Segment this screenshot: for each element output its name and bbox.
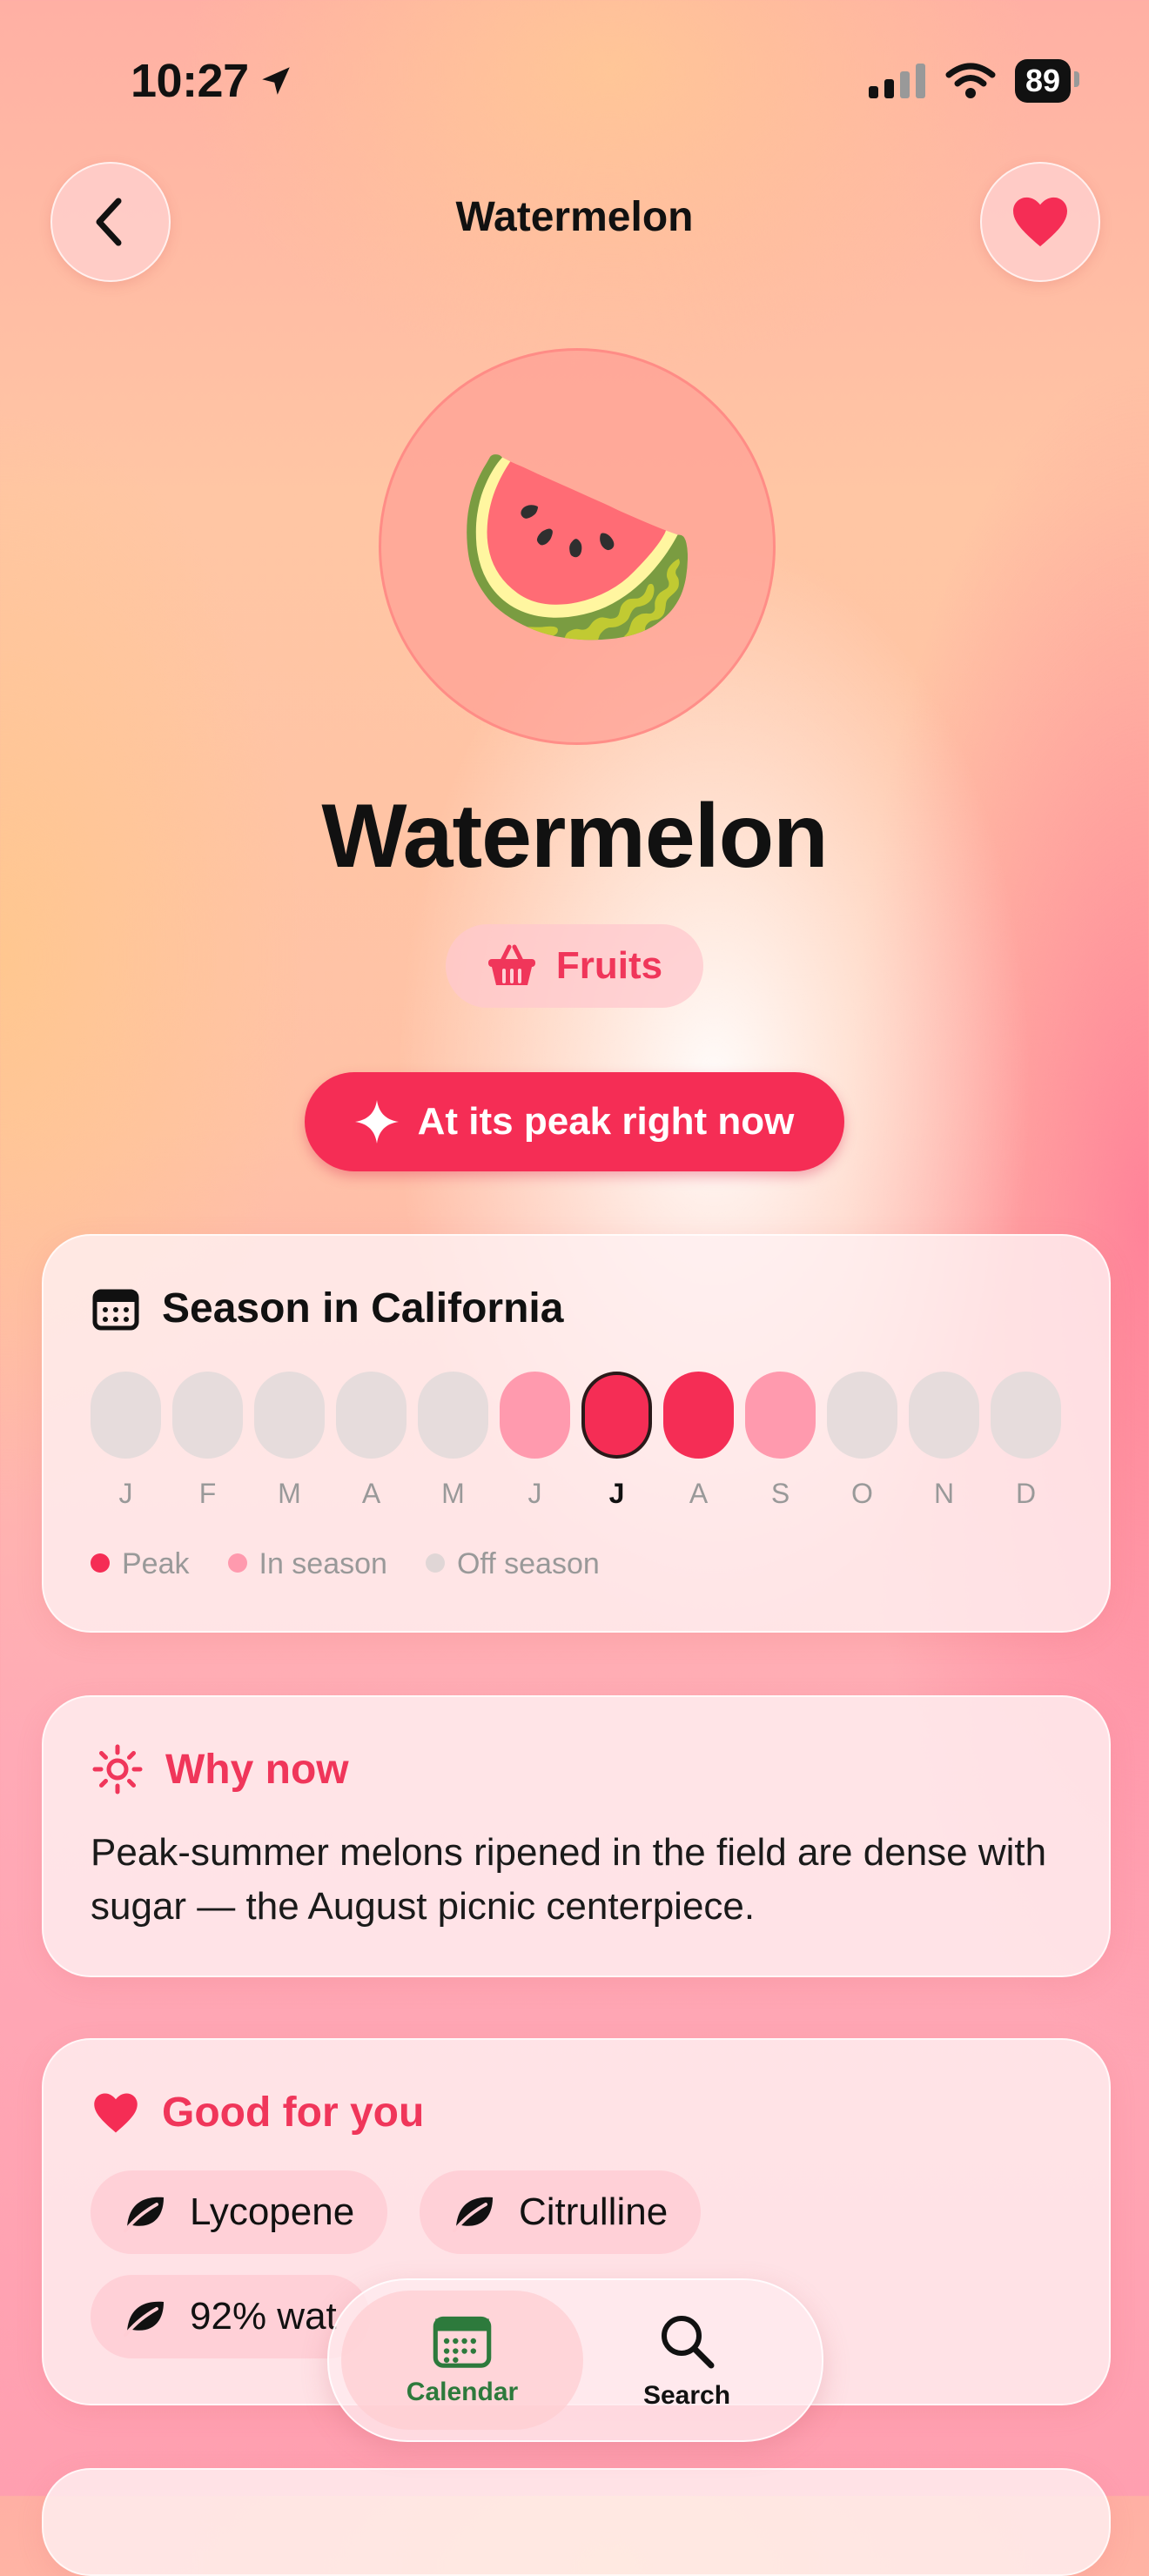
tab-bar: Calendar Search [327, 2278, 823, 2442]
month-letter: J [527, 1478, 542, 1509]
tab-search-label: Search [642, 2381, 731, 2410]
why-now-card: Why now Peak-summer melons ripened in th… [42, 1695, 1111, 1977]
why-now-title: Why now [165, 1746, 349, 1793]
month-letter: M [441, 1478, 465, 1509]
tab-calendar[interactable]: Calendar [341, 2291, 583, 2430]
hero-image: 🍉 [379, 348, 776, 745]
legend-off-season: Off season [425, 1547, 600, 1581]
sun-icon [92, 1744, 143, 1794]
month-letter: S [770, 1478, 790, 1509]
season-legend: Peak In season Off season [91, 1547, 600, 1581]
month-bar [91, 1372, 161, 1459]
sparkle-icon [354, 1100, 399, 1144]
chip-label: 92% wat [190, 2295, 337, 2338]
chip-label: Lycopene [190, 2190, 355, 2233]
calendar-icon [92, 1289, 139, 1330]
season-card: Season in California J F M A M J J A S O N D Peak I… [42, 1234, 1111, 1633]
month-letter: J [608, 1478, 625, 1509]
nutrient-chip: Citrulline [420, 2170, 702, 2254]
month-letter: M [278, 1478, 301, 1509]
why-now-text: Peak-summer melons ripened in the field … [91, 1831, 1047, 1928]
peak-badge: At its peak right now [305, 1072, 844, 1171]
month-bars [91, 1372, 1061, 1459]
produce-title: Watermelon [321, 786, 828, 887]
legend-in-season: In season [227, 1547, 387, 1581]
month-letter: F [198, 1478, 217, 1509]
month-letter: J [118, 1478, 133, 1509]
calendar-icon [433, 2316, 492, 2368]
cellular-signal-icon [868, 64, 925, 98]
status-icons: 89 [868, 59, 1080, 103]
month-bar [172, 1372, 243, 1459]
good-for-you-title: Good for you [162, 2090, 425, 2136]
month-letters: JFMAMJJASOND [91, 1478, 1061, 1510]
status-time: 10:27 [131, 54, 294, 108]
month-letter: N [933, 1478, 955, 1509]
month-bar [827, 1372, 897, 1459]
peak-badge-label: At its peak right now [417, 1100, 795, 1143]
battery-indicator: 89 [1014, 59, 1080, 103]
month-bar [500, 1372, 570, 1459]
time-label: 10:27 [131, 55, 249, 107]
month-bar [418, 1372, 488, 1459]
search-icon [662, 2316, 715, 2369]
month-letter: D [1015, 1478, 1037, 1509]
month-letter: A [689, 1478, 709, 1509]
favorite-button[interactable] [980, 162, 1100, 282]
tab-calendar-label: Calendar [406, 2378, 519, 2406]
category-label: Fruits [555, 944, 663, 987]
heart-icon [94, 2093, 138, 2132]
wifi-icon [945, 63, 996, 98]
chip-label: Citrulline [519, 2190, 669, 2233]
location-arrow-icon [261, 67, 290, 95]
watermelon-icon: 🍉 [452, 434, 702, 658]
next-card [42, 2468, 1111, 2576]
nutrient-chip: Lycopene [91, 2170, 388, 2254]
tab-search[interactable]: Search [566, 2291, 808, 2430]
month-letter: A [361, 1478, 381, 1509]
heart-icon [1013, 197, 1067, 247]
nav-title: Watermelon [455, 194, 694, 240]
battery-level: 89 [1025, 63, 1060, 98]
leaf-icon [124, 2301, 164, 2337]
basket-icon [487, 944, 535, 985]
month-bar [254, 1372, 325, 1459]
month-bar [581, 1372, 652, 1459]
month-bar [991, 1372, 1061, 1459]
category-pill[interactable]: Fruits [446, 924, 703, 1008]
month-bar [663, 1372, 734, 1459]
month-bar [336, 1372, 407, 1459]
legend-peak: Peak [91, 1547, 190, 1581]
season-title: Season in California [162, 1285, 564, 1332]
month-bar [909, 1372, 979, 1459]
month-bar [745, 1372, 816, 1459]
leaf-icon [124, 2197, 164, 2232]
month-letter: O [851, 1478, 873, 1509]
leaf-icon [453, 2197, 493, 2232]
